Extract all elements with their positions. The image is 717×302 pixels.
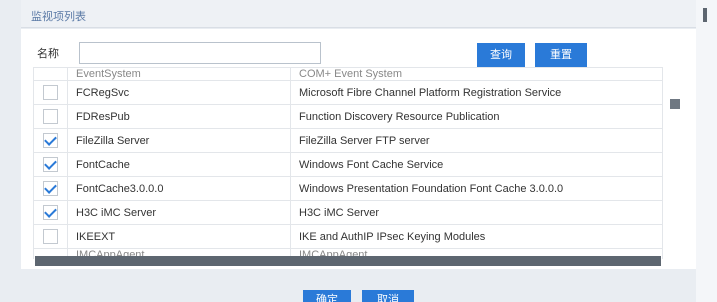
service-name-cell: FileZilla Server	[67, 128, 291, 153]
dialog-titlebar: 监视项列表	[21, 0, 696, 28]
monitor-items-table: EventSystem COM+ Event System FCRegSvc Micr…	[33, 67, 663, 259]
service-description-cell: Windows Font Cache Service	[290, 152, 663, 177]
monitor-items-dialog: 监视项列表 名称 查询 重置 EventSystem COM+ Event Sys…	[21, 0, 696, 302]
background-scroll-indicator	[703, 8, 707, 22]
name-input[interactable]	[79, 42, 321, 64]
table-row[interactable]: FDResPub Function Discovery Resource Publ…	[33, 104, 663, 129]
checkbox-checked[interactable]	[43, 181, 58, 196]
table-row[interactable]: EventSystem COM+ Event System	[33, 67, 663, 81]
dialog-panel: 名称 查询 重置 EventSystem COM+ Event System FCR…	[21, 29, 696, 269]
checkbox-checked[interactable]	[43, 157, 58, 172]
monitor-items-grid: EventSystem COM+ Event System FCRegSvc Micr…	[33, 67, 663, 259]
service-name-cell: IKEEXT	[67, 224, 291, 249]
horizontal-scrollbar[interactable]	[35, 256, 661, 266]
service-description-cell: COM+ Event System	[290, 67, 663, 81]
dialog-footer: 确定 取消	[21, 270, 696, 302]
checkbox-unchecked[interactable]	[43, 85, 58, 100]
checkbox-checked[interactable]	[43, 133, 58, 148]
service-description-cell: Windows Presentation Foundation Font Cac…	[290, 176, 663, 201]
row-checkbox-cell	[33, 200, 68, 225]
service-name-cell: H3C iMC Server	[67, 200, 291, 225]
cancel-button[interactable]: 取消	[362, 290, 414, 302]
checkbox-checked[interactable]	[43, 205, 58, 220]
vertical-scrollbar-thumb[interactable]	[670, 99, 680, 109]
row-checkbox-cell	[33, 224, 68, 249]
name-label: 名称	[37, 47, 59, 60]
service-name-cell: FontCache	[67, 152, 291, 177]
row-checkbox-cell	[33, 152, 68, 177]
service-name-cell: FCRegSvc	[67, 80, 291, 105]
table-row[interactable]: FontCache3.0.0.0 Windows Presentation Fou…	[33, 176, 663, 201]
service-description-cell: IKE and AuthIP IPsec Keying Modules	[290, 224, 663, 249]
service-name-cell: EventSystem	[67, 67, 291, 81]
table-row[interactable]: FCRegSvc Microsoft Fibre Channel Platform…	[33, 80, 663, 105]
table-row[interactable]: H3C iMC Server H3C iMC Server	[33, 200, 663, 225]
service-description-cell: Microsoft Fibre Channel Platform Registr…	[290, 80, 663, 105]
dialog-title: 监视项列表	[31, 10, 86, 23]
checkbox-unchecked[interactable]	[43, 109, 58, 124]
row-checkbox-cell	[33, 176, 68, 201]
service-name-cell: FDResPub	[67, 104, 291, 129]
table-row[interactable]: FileZilla Server FileZilla Server FTP ser…	[33, 128, 663, 153]
service-description-cell: H3C iMC Server	[290, 200, 663, 225]
service-name-cell: FontCache3.0.0.0	[67, 176, 291, 201]
service-description-cell: FileZilla Server FTP server	[290, 128, 663, 153]
row-checkbox-cell	[33, 80, 68, 105]
ok-button[interactable]: 确定	[303, 290, 351, 302]
checkbox-unchecked[interactable]	[43, 229, 58, 244]
table-row[interactable]: FontCache Windows Font Cache Service	[33, 152, 663, 177]
filter-bar: 名称 查询 重置	[21, 29, 696, 67]
row-checkbox-cell	[33, 67, 68, 81]
query-button[interactable]: 查询	[477, 43, 525, 67]
reset-button[interactable]: 重置	[535, 43, 587, 67]
service-description-cell: Function Discovery Resource Publication	[290, 104, 663, 129]
table-row[interactable]: IKEEXT IKE and AuthIP IPsec Keying Module…	[33, 224, 663, 249]
background-page-edge	[696, 0, 717, 302]
row-checkbox-cell	[33, 128, 68, 153]
row-checkbox-cell	[33, 104, 68, 129]
